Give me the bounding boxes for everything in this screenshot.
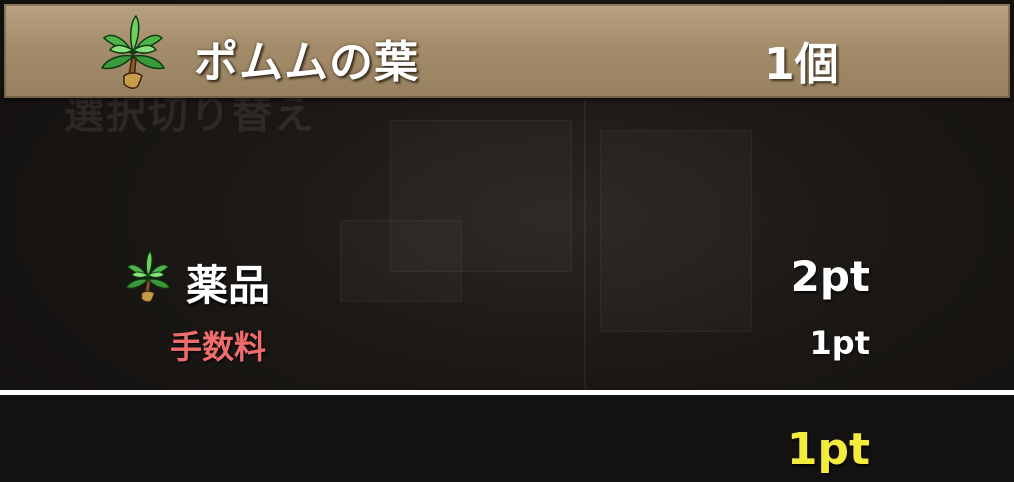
- item-count: 1個: [764, 39, 839, 90]
- fee-points: 1pt: [809, 324, 870, 362]
- trade-screen: 選択切り替え ポムムの葉 1個 薬品 2pt 手数料 1pt 1pt: [0, 0, 1014, 482]
- background-panel: [340, 220, 462, 302]
- fee-label: 手数料: [170, 328, 267, 366]
- item-header-bar: ポムムの葉 1個: [4, 4, 1010, 98]
- category-label: 薬品: [186, 261, 271, 310]
- background-divider: [584, 100, 586, 390]
- item-name: ポムムの葉: [194, 37, 419, 88]
- background-panel: [600, 130, 752, 332]
- leaf-bundle-icon: [125, 250, 171, 303]
- category-points: 2pt: [790, 252, 870, 301]
- total-points: 1pt: [786, 424, 870, 475]
- leaf-bundle-icon: [100, 14, 166, 89]
